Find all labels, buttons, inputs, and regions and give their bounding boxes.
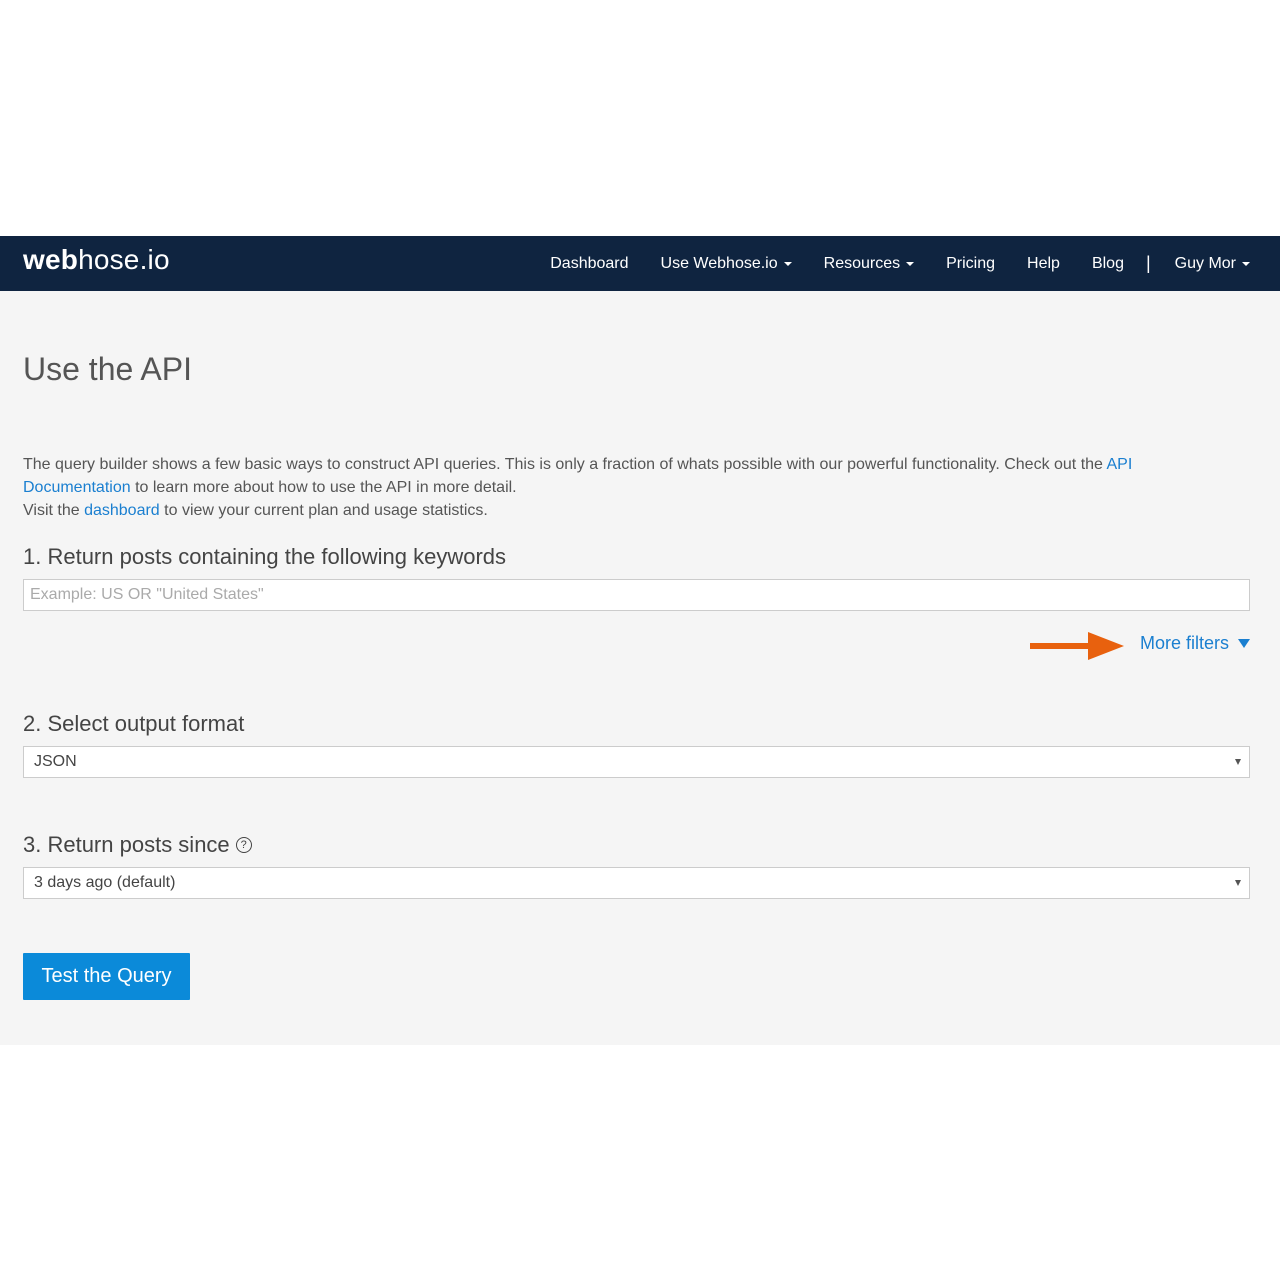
since-label: 3. Return posts since ? (23, 832, 252, 858)
nav-blog[interactable]: Blog (1092, 255, 1124, 273)
page-title: Use the API (23, 351, 192, 387)
format-label: 2. Select output format (23, 711, 244, 737)
nav-dashboard[interactable]: Dashboard (550, 255, 628, 273)
nav-menu: Dashboard Use Webhose.io Resources Prici… (518, 236, 1250, 291)
posts-since-select[interactable]: 3 days ago (default) (23, 867, 1250, 899)
keywords-label-text: 1. Return posts containing the following… (23, 544, 507, 569)
nav-help-label: Help (1027, 254, 1060, 272)
select-arrow-icon (1235, 759, 1241, 765)
nav-resources-label: Resources (823, 254, 901, 272)
logo-light-text: hose.io (78, 244, 170, 275)
orange-arrow-icon (1030, 632, 1124, 660)
nav-use-webhose-dropdown[interactable]: Use Webhose.io (661, 255, 792, 273)
webhose-logo[interactable]: webhose.io (23, 244, 170, 276)
output-format-value: JSON (34, 753, 77, 770)
user-name: Guy Mor (1174, 254, 1236, 272)
posts-since-value: 3 days ago (default) (34, 874, 176, 891)
nav-resources-dropdown[interactable]: Resources (823, 254, 915, 273)
keywords-input[interactable] (23, 579, 1250, 611)
nav-separator: | (1145, 253, 1151, 273)
help-question-icon[interactable]: ? (235, 837, 252, 853)
user-menu-dropdown[interactable]: Guy Mor (1175, 255, 1250, 273)
nav-dashboard-label: Dashboard (550, 254, 629, 272)
test-query-button[interactable]: Test the Query (23, 953, 190, 1000)
caret-down-icon (1242, 261, 1250, 266)
output-format-select[interactable]: JSON (23, 746, 1250, 778)
logo-bold-text: web (23, 244, 79, 275)
format-label-text: 2. Select output format (23, 711, 245, 736)
more-filters-label: More filters (1139, 633, 1229, 653)
triangle-down-icon (1238, 639, 1250, 648)
nav-help[interactable]: Help (1027, 255, 1060, 273)
caret-down-icon (783, 261, 792, 266)
intro-text-1: The query builder shows a few basic ways… (23, 456, 1107, 473)
since-label-text: 3. Return posts since (23, 832, 230, 857)
intro-text-2: to learn more about how to use the API i… (130, 479, 517, 496)
top-navbar: webhose.io Dashboard Use Webhose.io Reso… (0, 236, 1280, 291)
intro-text-4: to view your current plan and usage stat… (159, 502, 488, 519)
nav-pricing[interactable]: Pricing (946, 255, 995, 273)
main-content: Use the API The query builder shows a fe… (0, 291, 1280, 1045)
nav-use-webhose-label: Use Webhose.io (660, 254, 778, 272)
select-arrow-icon (1235, 880, 1241, 886)
keywords-label: 1. Return posts containing the following… (23, 544, 506, 570)
nav-blog-label: Blog (1091, 254, 1124, 272)
dashboard-link[interactable]: dashboard (84, 502, 160, 519)
intro-text-3: Visit the (23, 502, 85, 519)
caret-down-icon (906, 261, 915, 266)
intro-text: The query builder shows a few basic ways… (23, 453, 1238, 522)
nav-pricing-label: Pricing (946, 254, 996, 272)
more-filters-toggle[interactable]: More filters (1140, 633, 1250, 654)
